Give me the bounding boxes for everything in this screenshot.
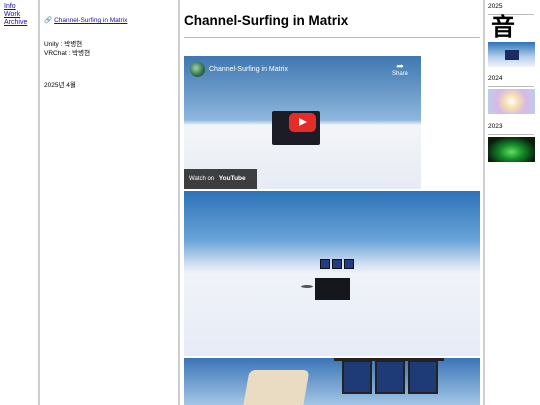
- thumbnail-2023[interactable]: [488, 137, 535, 162]
- year-label-2024: 2024: [488, 75, 503, 82]
- nav-link-archive[interactable]: Archive: [4, 19, 38, 27]
- year-divider: [488, 86, 534, 87]
- monitor-shape: [505, 50, 519, 60]
- title-divider: [184, 37, 480, 38]
- monitor-shape: [320, 259, 330, 269]
- watch-on-youtube-button[interactable]: Watch on YouTube: [184, 169, 257, 189]
- year-label-2025: 2025: [488, 3, 503, 10]
- watch-on-label: Watch on: [189, 176, 215, 182]
- desk-shape: [315, 278, 350, 300]
- cup-shape: [242, 370, 310, 405]
- screenshot-image-1: [184, 191, 480, 356]
- thumbnail-2024[interactable]: [488, 89, 535, 114]
- credits: Unity : 박병현 VRChat : 박병현: [44, 40, 178, 58]
- share-label: Share: [392, 71, 409, 77]
- video-title[interactable]: Channel-Surfing in Matrix: [209, 66, 288, 73]
- share-button[interactable]: ➦ Share: [392, 61, 408, 77]
- youtube-logo: YouTube: [218, 175, 246, 182]
- year-label-2023: 2023: [488, 123, 503, 130]
- archive-sidebar: 2025 音 2024 2023: [484, 0, 540, 405]
- channel-avatar[interactable]: [190, 62, 205, 77]
- project-date: 2025년 4월: [44, 82, 76, 89]
- link-icon: 🔗: [44, 17, 53, 24]
- project-link[interactable]: Channel-Surfing in Matrix: [54, 17, 127, 24]
- credit-vrchat: VRChat : 박병현: [44, 50, 91, 57]
- nav-link-work[interactable]: Work: [4, 11, 38, 19]
- monitor-shape: [342, 360, 372, 394]
- nav-column: Info Work Archive: [0, 0, 39, 405]
- thumbnail-glyph: 音: [491, 12, 515, 41]
- main-column: Channel-Surfing in Matrix Channel-Surfin…: [179, 0, 484, 405]
- thumbnail-2025-b[interactable]: [488, 42, 535, 67]
- page-title: Channel-Surfing in Matrix: [184, 13, 349, 28]
- monitor-shape: [344, 259, 354, 269]
- thumbnail-2025-a[interactable]: 音: [488, 13, 535, 42]
- share-icon: ➦: [396, 61, 404, 71]
- nav-link-info[interactable]: Info: [4, 3, 38, 11]
- play-button[interactable]: [289, 113, 316, 132]
- year-divider: [488, 134, 534, 135]
- project-info-column: 🔗 Channel-Surfing in Matrix Unity : 박병현 V…: [39, 0, 179, 405]
- monitor-shape: [408, 360, 438, 394]
- monitor-shape: [375, 360, 405, 394]
- stool-shape: [301, 285, 313, 288]
- screenshot-image-2: [184, 358, 480, 405]
- youtube-embed[interactable]: Channel-Surfing in Matrix ➦ Share Watch …: [184, 56, 421, 189]
- credit-unity: Unity : 박병현: [44, 41, 83, 48]
- monitor-shape: [332, 259, 342, 269]
